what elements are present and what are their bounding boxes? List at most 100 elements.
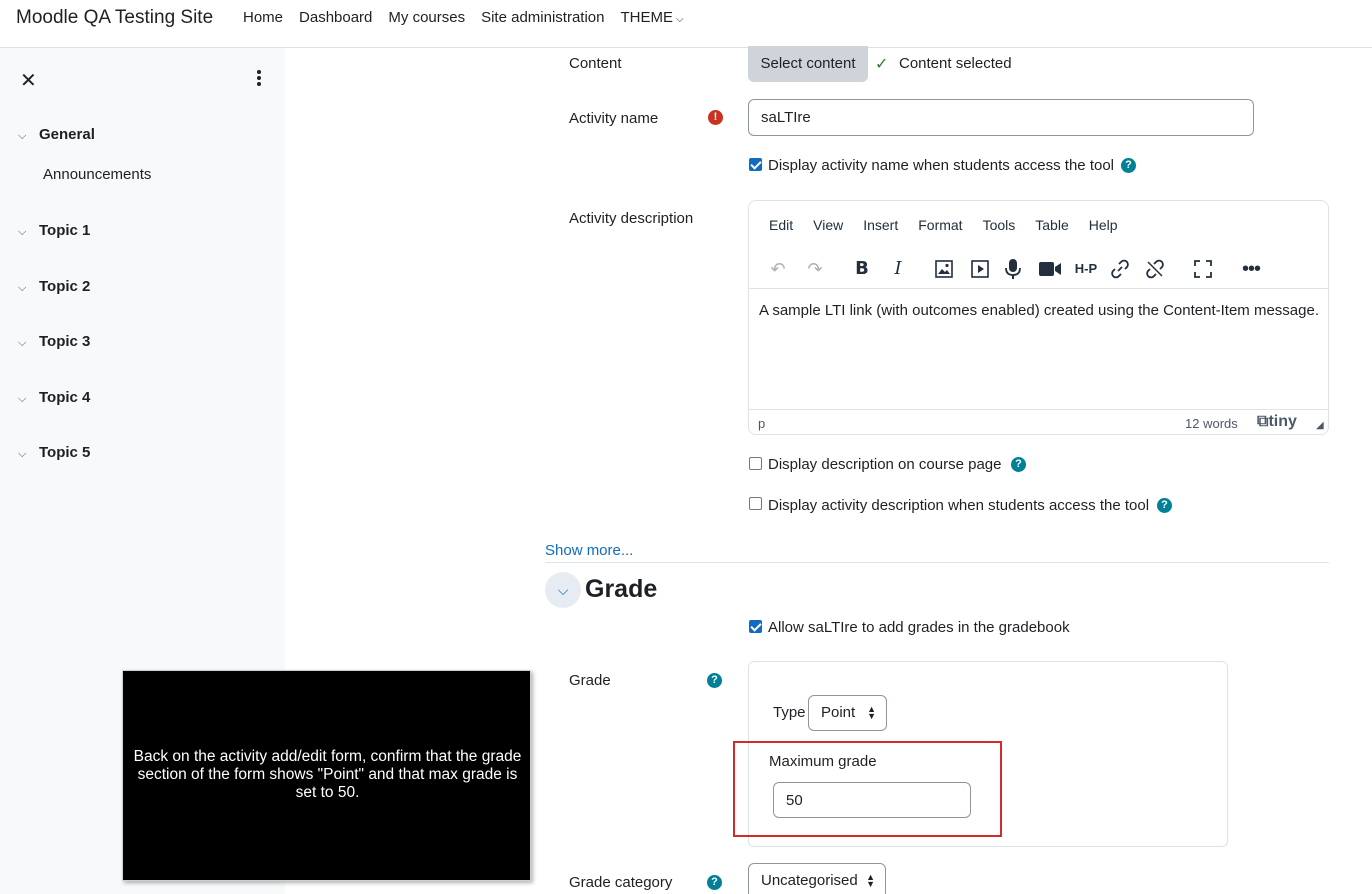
menu-help[interactable]: Help (1079, 217, 1128, 233)
top-navbar: Moodle QA Testing Site Home Dashboard My… (0, 0, 1372, 48)
microphone-icon[interactable] (999, 255, 1027, 283)
display-desc-tool-label: Display activity description when studen… (768, 497, 1150, 514)
more-options-icon[interactable]: ••• (1237, 255, 1265, 283)
allow-grades-label: Allow saLTIre to add grades in the grade… (768, 619, 1070, 636)
element-path[interactable]: p (758, 416, 765, 431)
content-selected-status: Content selected (899, 55, 1012, 72)
section-topic-1[interactable]: ⌵ Topic 1 (18, 222, 90, 239)
grade-category-select[interactable]: Uncategorised ▲ ▼ (748, 863, 886, 894)
help-icon[interactable]: ? (707, 673, 722, 688)
help-icon[interactable]: ? (1121, 158, 1136, 173)
kebab-menu-icon[interactable] (250, 68, 268, 88)
chevron-down-icon: ⌵ (18, 282, 27, 294)
undo-icon[interactable]: ↶ (764, 255, 792, 283)
nav-theme-label: THEME (620, 9, 674, 26)
description-editor: Edit View Insert Format Tools Table Help… (748, 200, 1329, 435)
media-icon[interactable] (966, 255, 994, 283)
tiny-logo[interactable]: ⧉tiny (1257, 413, 1297, 431)
editor-toolbar: ↶ ↷ B I H-P ••• (749, 251, 1328, 289)
menu-edit[interactable]: Edit (759, 217, 803, 233)
select-content-button[interactable]: Select content (748, 46, 868, 82)
nav-home[interactable]: Home (235, 9, 291, 29)
editor-content[interactable]: A sample LTI link (with outcomes enabled… (759, 299, 1319, 323)
course-item-announcements[interactable]: Announcements (43, 166, 151, 183)
tiny-mark-icon: ⧉ (1257, 413, 1269, 430)
check-icon: ✓ (875, 56, 889, 73)
tiny-brand-label: tiny (1268, 413, 1297, 430)
menu-view[interactable]: View (803, 217, 853, 233)
section-topic-5[interactable]: ⌵ Topic 5 (18, 444, 90, 461)
allow-grades-checkbox[interactable] (749, 620, 762, 633)
select-arrows-icon: ▲ ▼ (866, 872, 875, 889)
display-desc-course-page-checkbox[interactable] (749, 457, 762, 470)
chevron-down-icon: ⌵ (18, 130, 27, 142)
collapse-grade-section-button[interactable]: ⌵ (545, 572, 581, 608)
grade-category-label: Grade category (569, 874, 673, 891)
bold-icon[interactable]: B (848, 255, 876, 283)
menu-format[interactable]: Format (908, 217, 972, 233)
word-count[interactable]: 12 words (1185, 416, 1238, 431)
display-desc-tool-checkbox[interactable] (749, 497, 762, 510)
chevron-down-icon: ⌵ (18, 226, 27, 238)
grade-label: Grade (569, 672, 611, 689)
unlink-icon[interactable] (1141, 255, 1169, 283)
grade-type-label: Type (773, 704, 806, 721)
required-icon: ! (708, 110, 723, 125)
nav-my-courses[interactable]: My courses (380, 9, 473, 29)
chevron-down-icon: ⌵ (557, 582, 569, 598)
close-icon[interactable]: ✕ (20, 68, 37, 93)
section-divider (545, 562, 1329, 563)
help-icon[interactable]: ? (1157, 498, 1172, 513)
chevron-down-icon: ⌵ (676, 14, 684, 25)
grade-section-heading: Grade (585, 575, 658, 603)
menu-tools[interactable]: Tools (973, 217, 1026, 233)
select-arrows-icon: ▲ ▼ (867, 704, 876, 721)
fullscreen-icon[interactable] (1189, 255, 1217, 283)
section-label: Topic 1 (39, 222, 91, 239)
section-topic-3[interactable]: ⌵ Topic 3 (18, 333, 90, 350)
help-icon[interactable]: ? (1011, 457, 1026, 472)
editor-statusbar: p 12 words ⧉tiny ◢ (749, 409, 1328, 435)
link-icon[interactable] (1106, 255, 1134, 283)
nav-dashboard[interactable]: Dashboard (291, 9, 380, 29)
grade-type-select[interactable]: Point ▲ ▼ (808, 695, 887, 731)
section-label: Topic 4 (39, 389, 91, 406)
help-icon[interactable]: ? (707, 875, 722, 890)
instruction-overlay: Back on the activity add/edit form, conf… (122, 670, 531, 881)
section-label: Topic 2 (39, 278, 91, 295)
instruction-text: Back on the activity add/edit form, conf… (133, 748, 522, 801)
display-name-checkbox[interactable] (749, 158, 762, 171)
section-topic-4[interactable]: ⌵ Topic 4 (18, 389, 90, 406)
editor-menubar: Edit View Insert Format Tools Table Help (759, 217, 1128, 233)
menu-table[interactable]: Table (1025, 217, 1078, 233)
menu-insert[interactable]: Insert (853, 217, 908, 233)
nav-site-administration[interactable]: Site administration (473, 9, 612, 29)
section-label: Topic 5 (39, 444, 91, 461)
resize-handle-icon[interactable]: ◢ (1316, 420, 1324, 431)
chevron-down-icon: ⌵ (18, 393, 27, 405)
section-label: Topic 3 (39, 333, 91, 350)
redo-icon[interactable]: ↷ (801, 255, 829, 283)
primary-navigation: Home Dashboard My courses Site administr… (235, 9, 692, 29)
h5p-icon[interactable]: H-P (1071, 255, 1101, 283)
content-label: Content (569, 55, 622, 72)
nav-theme[interactable]: THEME ⌵ (613, 9, 692, 29)
image-icon[interactable] (930, 255, 958, 283)
display-desc-course-page-label: Display description on course page (768, 456, 1002, 473)
section-general[interactable]: ⌵ General (18, 126, 95, 143)
display-name-checkbox-label: Display activity name when students acce… (768, 157, 1115, 174)
activity-name-label: Activity name (569, 110, 659, 127)
italic-icon[interactable]: I (884, 255, 912, 283)
section-topic-2[interactable]: ⌵ Topic 2 (18, 278, 90, 295)
section-label: General (39, 126, 95, 143)
activity-name-input[interactable] (748, 99, 1254, 136)
highlight-box (733, 741, 1002, 837)
chevron-down-icon: ⌵ (18, 337, 27, 349)
site-name[interactable]: Moodle QA Testing Site (16, 7, 213, 29)
activity-description-label: Activity description (569, 210, 694, 227)
chevron-down-icon: ⌵ (18, 448, 27, 460)
grade-type-value: Point (821, 704, 856, 721)
video-camera-icon[interactable] (1036, 255, 1064, 283)
grade-category-value: Uncategorised (761, 872, 858, 889)
show-more-link[interactable]: Show more... (545, 542, 633, 559)
